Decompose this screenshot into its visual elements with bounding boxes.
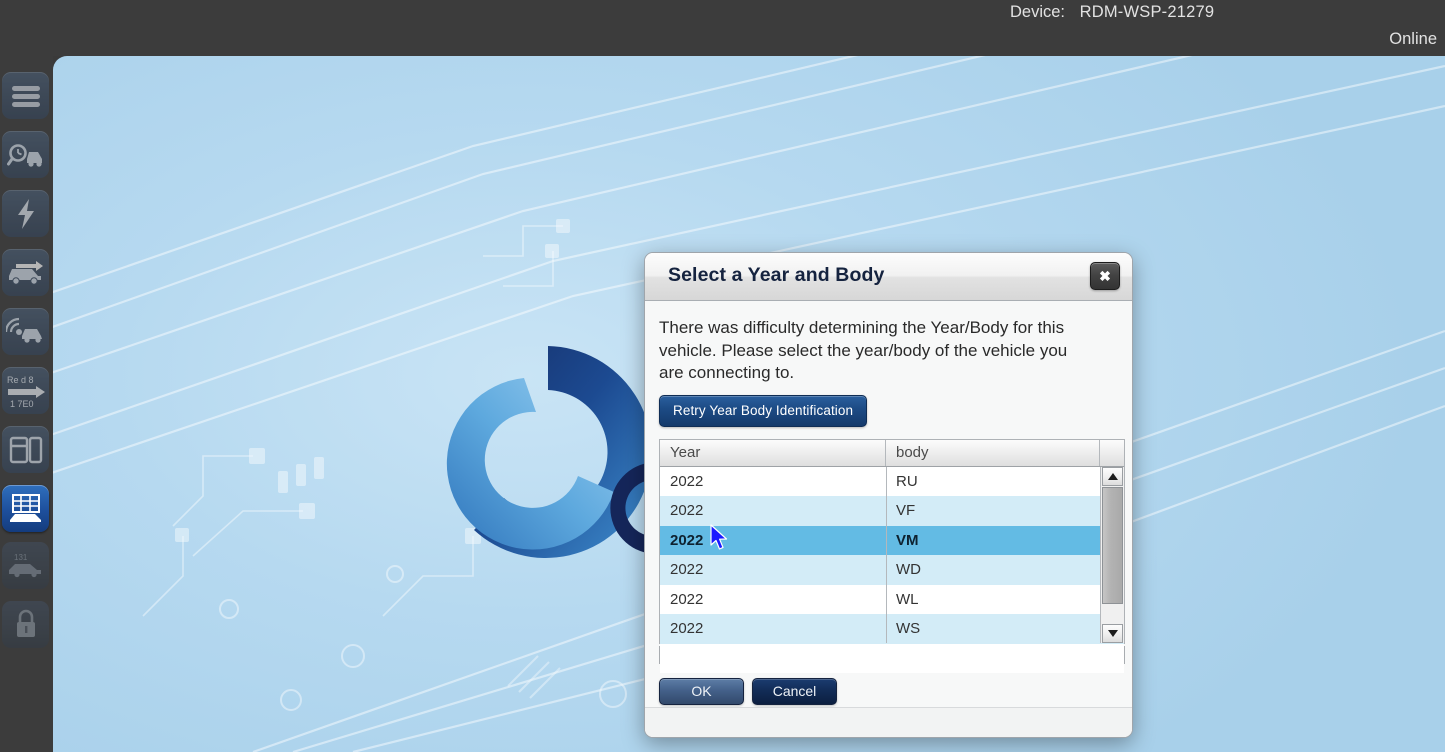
read-codes-icon: Re d 8 1 7E0 [4,372,48,410]
svg-text:131: 131 [14,553,28,562]
main-canvas: Select a Year and Body ✖ There was diffi… [53,56,1445,752]
scrollbar-thumb[interactable] [1102,487,1123,604]
table-row[interactable]: 2022 VF [660,496,1124,526]
dialog-actions: OK Cancel [659,678,1118,705]
column-header-year[interactable]: Year [660,440,886,466]
year-body-dialog: Select a Year and Body ✖ There was diffi… [644,252,1133,738]
dialog-message: There was difficulty determining the Yea… [659,317,1089,385]
sidebar-item-vehicle-grid[interactable] [2,485,49,532]
sidebar-item-menu[interactable] [2,72,49,119]
car-wireless-icon [6,317,46,347]
vehicle-grid-icon [8,493,44,525]
device-value: RDM-WSP-21279 [1080,3,1215,21]
dialog-body: There was difficulty determining the Yea… [645,301,1132,738]
triangle-up-icon [1108,473,1118,480]
grid-rows: 2022 RU 2022 VF 2022 VM 2022 [660,467,1124,643]
sidebar-item-wireless-vehicle[interactable] [2,308,49,355]
cell-body: RU [886,473,1100,490]
grid-scrollbar[interactable] [1100,467,1124,643]
table-row[interactable]: 2022 WD [660,555,1124,585]
retry-year-body-identification-button[interactable]: Retry Year Body Identification [659,395,867,427]
cell-year: 2022 [660,561,886,578]
scroll-down-arrow-icon[interactable] [1102,624,1123,643]
table-row[interactable]: 2022 WL [660,585,1124,615]
ok-button[interactable]: OK [659,678,744,705]
table-row[interactable]: 2022 RU [660,467,1124,497]
convertible-car-icon: 131 [6,551,46,581]
sidebar-item-panels[interactable] [2,426,49,473]
table-row-selected[interactable]: 2022 VM [660,526,1124,556]
hamburger-menu-icon [9,83,43,109]
column-separator [886,467,887,643]
scroll-up-arrow-icon[interactable] [1102,467,1123,486]
cancel-button[interactable]: Cancel [752,678,837,705]
cell-year: 2022 [660,591,886,608]
close-icon[interactable]: ✖ [1090,262,1120,290]
sidebar-item-vehicle-select[interactable] [2,249,49,296]
triangle-down-icon [1108,630,1118,637]
cell-body: VF [886,502,1100,519]
application-window: 2 [0,0,1445,752]
cell-body: WD [886,561,1100,578]
car-arrow-icon [6,260,46,286]
sidebar-item-convertible[interactable]: 131 [2,542,49,589]
sidebar-item-vehicle-search[interactable] [2,131,49,178]
dialog-footer [645,707,1132,737]
vehicle-magnifier-icon [7,141,45,169]
sidebar-item-security[interactable] [2,601,49,648]
padlock-icon [13,609,39,641]
cell-body: VM [886,532,1100,549]
column-header-body[interactable]: body [886,440,1100,466]
cell-year: 2022 [660,502,886,519]
table-row-empty [660,644,1124,674]
left-sidebar: 2 [0,0,53,752]
lightning-bolt-icon [14,198,38,230]
read-dtc-line2: 1 7E0 [10,399,34,409]
sidebar-item-read-dtc[interactable]: Re d 8 1 7E0 [2,367,49,414]
top-status-bar: Device: RDM-WSP-21279 Online [0,0,1445,56]
dialog-titlebar: Select a Year and Body ✖ [645,253,1132,301]
connection-status: Online [1389,30,1437,49]
dialog-title: Select a Year and Body [668,264,884,287]
table-row[interactable]: 2022 WS [660,614,1124,644]
panel-layout-icon [9,435,43,465]
read-dtc-line1: Re d 8 [7,375,34,385]
cell-body: WL [886,591,1100,608]
cell-year: 2022 [660,473,886,490]
year-body-grid: Year body 2022 RU 2022 VF [659,439,1125,644]
cell-year: 2022 [660,620,886,637]
grid-header-row: Year body [660,440,1124,467]
cell-year: 2022 [660,532,886,549]
device-info: Device: RDM-WSP-21279 [1010,3,1214,22]
column-header-spacer [1100,440,1124,466]
device-label: Device: [1010,3,1065,21]
cell-body: WS [886,620,1100,637]
sidebar-item-quick-test[interactable] [2,190,49,237]
